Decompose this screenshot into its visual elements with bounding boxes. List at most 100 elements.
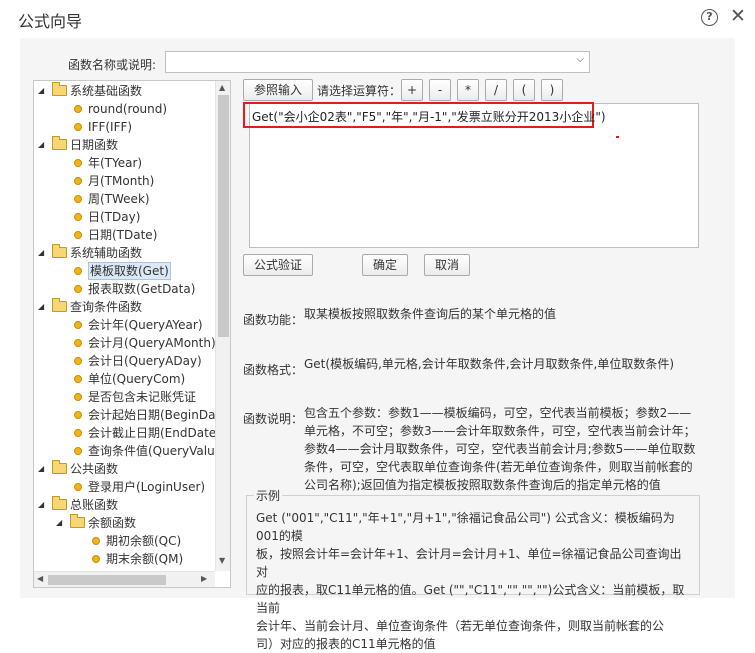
- scroll-thumb[interactable]: [218, 95, 229, 337]
- scroll-up-icon[interactable]: ▲: [219, 83, 225, 92]
- ref-input-button[interactable]: 参照输入: [243, 79, 313, 101]
- scroll-right-icon[interactable]: ▶: [201, 574, 207, 583]
- verify-formula-button[interactable]: 公式验证: [243, 254, 313, 276]
- operator-multiply-button[interactable]: *: [457, 79, 479, 101]
- tree-folder[interactable]: ◢ 总账函数: [34, 496, 214, 514]
- description-line: 单元格，不可空；参数3——会计年取数条件，可空，空代表当前会计年；: [304, 424, 696, 438]
- tree-item-label: 会计截止日期(EndDate): [88, 426, 221, 440]
- tree-horizontal-scrollbar[interactable]: ◀ ▶: [34, 571, 215, 587]
- tree-folder[interactable]: ◢ 余额函数: [34, 514, 214, 532]
- function-name-select[interactable]: ⌵: [165, 51, 590, 73]
- tree-item[interactable]: 周(TWeek): [34, 190, 214, 208]
- formula-text[interactable]: Get("会小企02表","F5","年","月-1","发票立账分开2013小…: [252, 108, 606, 125]
- tree-item[interactable]: 单位(QueryCom): [34, 370, 214, 388]
- description-line: 条件，可空，空代表取单位查询条件(若无单位查询条件，则取当前帐套的: [304, 460, 693, 474]
- tree-item[interactable]: 日(TDay): [34, 208, 214, 226]
- scroll-down-icon[interactable]: ▼: [219, 556, 225, 565]
- example-line: 会计年、当前会计月、单位查询条件（若无单位查询条件，则取当前帐套的公: [256, 619, 665, 633]
- tree-item[interactable]: 会计月(QueryAMonth): [34, 334, 216, 352]
- tree-item-label: 日期(TDate): [88, 228, 158, 242]
- scroll-thumb-horizontal[interactable]: [48, 575, 166, 585]
- tree-item-label: 日期函数: [70, 138, 119, 152]
- help-icon[interactable]: ?: [701, 9, 718, 26]
- tree-item-label: IFF(IFF): [88, 120, 133, 134]
- function-icon: [74, 267, 82, 275]
- tree-item[interactable]: round(round): [34, 100, 214, 118]
- scroll-left-icon[interactable]: ◀: [37, 574, 43, 583]
- operator-plus-button[interactable]: +: [401, 79, 423, 101]
- tree-folder[interactable]: ◢ 系统辅助函数: [34, 244, 214, 262]
- expand-toggle-icon[interactable]: ◢: [38, 460, 44, 478]
- chevron-down-icon[interactable]: ⌵: [576, 54, 584, 65]
- tree-item[interactable]: 会计起始日期(BeginDate): [34, 406, 230, 424]
- tree-item[interactable]: 期初余额(QC): [34, 532, 214, 550]
- expand-toggle-icon[interactable]: ◢: [56, 514, 62, 532]
- function-icon: [74, 411, 82, 419]
- tree-item-label: 会计月(QueryAMonth): [88, 336, 216, 350]
- tree-item[interactable]: 会计年(QueryAYear): [34, 316, 214, 334]
- tree-item[interactable]: 登录用户(LoginUser): [34, 478, 214, 496]
- example-legend: 示例: [254, 487, 283, 504]
- operator-close-paren-button[interactable]: ): [541, 79, 563, 101]
- folder-icon: [70, 514, 85, 528]
- tree-item[interactable]: 是否包含未记账凭证: [34, 388, 214, 406]
- folder-icon: [52, 496, 67, 510]
- tree-item[interactable]: 模板取数(Get): [34, 262, 214, 280]
- tree-item-label: 总账函数: [70, 498, 119, 512]
- example-text: Get ("001","C11","年+1","月+1","徐福记食品公司") …: [256, 509, 692, 653]
- tree-item-label: 模板取数(Get): [88, 262, 171, 280]
- tree-item-label: 报表取数(GetData): [88, 282, 196, 296]
- tree-item[interactable]: 月(TMonth): [34, 172, 214, 190]
- function-icon: [74, 285, 82, 293]
- function-icon: [74, 159, 82, 167]
- expand-toggle-icon[interactable]: ◢: [38, 244, 44, 262]
- expand-toggle-icon[interactable]: ◢: [38, 136, 44, 154]
- operator-minus-button[interactable]: -: [429, 79, 451, 101]
- tree-item[interactable]: 报表取数(GetData): [34, 280, 214, 298]
- tree-folder[interactable]: ◢ 公共函数: [34, 460, 214, 478]
- tree-vertical-scrollbar[interactable]: ▲ ▼: [215, 81, 230, 571]
- operator-open-paren-button[interactable]: (: [513, 79, 535, 101]
- tree-item-label: 余额函数: [88, 516, 137, 530]
- expand-toggle-icon[interactable]: ◢: [38, 82, 44, 100]
- function-icon: [92, 555, 100, 563]
- tree-folder[interactable]: ◢ 日期函数: [34, 136, 214, 154]
- function-icon: [74, 447, 82, 455]
- tree-item-label: 是否包含未记账凭证: [88, 390, 197, 404]
- expand-toggle-icon[interactable]: ◢: [38, 298, 44, 316]
- operator-divide-button[interactable]: /: [485, 79, 507, 101]
- tree-item[interactable]: 查询条件值(QueryValue): [34, 442, 227, 460]
- tree-folder[interactable]: ◢ 系统基础函数: [34, 82, 214, 100]
- folder-icon: [52, 244, 67, 258]
- tree-item-label: 会计日(QueryADay): [88, 354, 202, 368]
- tree-folder[interactable]: ◢ 查询条件函数: [34, 298, 214, 316]
- cancel-button[interactable]: 取消: [424, 254, 470, 276]
- function-icon: [74, 321, 82, 329]
- tree-item-label: 会计年(QueryAYear): [88, 318, 203, 332]
- function-purpose-text: 取某模板按照取数条件查询后的某个单元格的值: [304, 307, 557, 321]
- folder-icon: [52, 136, 67, 150]
- tree-item[interactable]: 期末余额(QM): [34, 550, 214, 568]
- function-format-text: Get(模板编码,单元格,会计年取数条件,会计月取数条件,单位取数条件): [304, 357, 675, 371]
- tree-item-label: 单位(QueryCom): [88, 372, 186, 386]
- function-icon: [74, 483, 82, 491]
- close-icon[interactable]: ✕: [730, 5, 746, 27]
- example-line: 应的报表，取C11单元格的值。Get ("","C11","","","")公式…: [256, 583, 685, 615]
- function-icon: [74, 429, 82, 437]
- function-description-text: 包含五个参数：参数1——模板编码，可空，空代表当前模板；参数2—— 单元格，不可…: [304, 404, 714, 494]
- tree-item[interactable]: 日期(TDate): [34, 226, 214, 244]
- tree-item[interactable]: 会计截止日期(EndDate): [34, 424, 221, 442]
- expand-toggle-icon[interactable]: ◢: [38, 496, 44, 514]
- description-line: 参数4——会计月取数条件，可空，空代表当前会计月;参数5——单位取数: [304, 442, 696, 456]
- title-bar: 公式向导 ? ✕: [0, 0, 755, 38]
- tree-item[interactable]: 年(TYear): [34, 154, 214, 172]
- tree-item-label: 查询条件函数: [70, 300, 143, 314]
- tree-item[interactable]: 会计日(QueryADay): [34, 352, 214, 370]
- tree-item[interactable]: IFF(IFF): [34, 118, 214, 136]
- ok-button[interactable]: 确定: [362, 254, 408, 276]
- function-format-label: 函数格式：: [243, 363, 304, 377]
- function-icon: [74, 357, 82, 365]
- function-purpose-label: 函数功能：: [243, 313, 304, 327]
- function-tree: ◢ 系统基础函数 round(round) IFF(IFF) ◢ 日期函数年(TYear)…: [33, 80, 231, 588]
- tree-item-label: 期初余额(QC): [106, 534, 182, 548]
